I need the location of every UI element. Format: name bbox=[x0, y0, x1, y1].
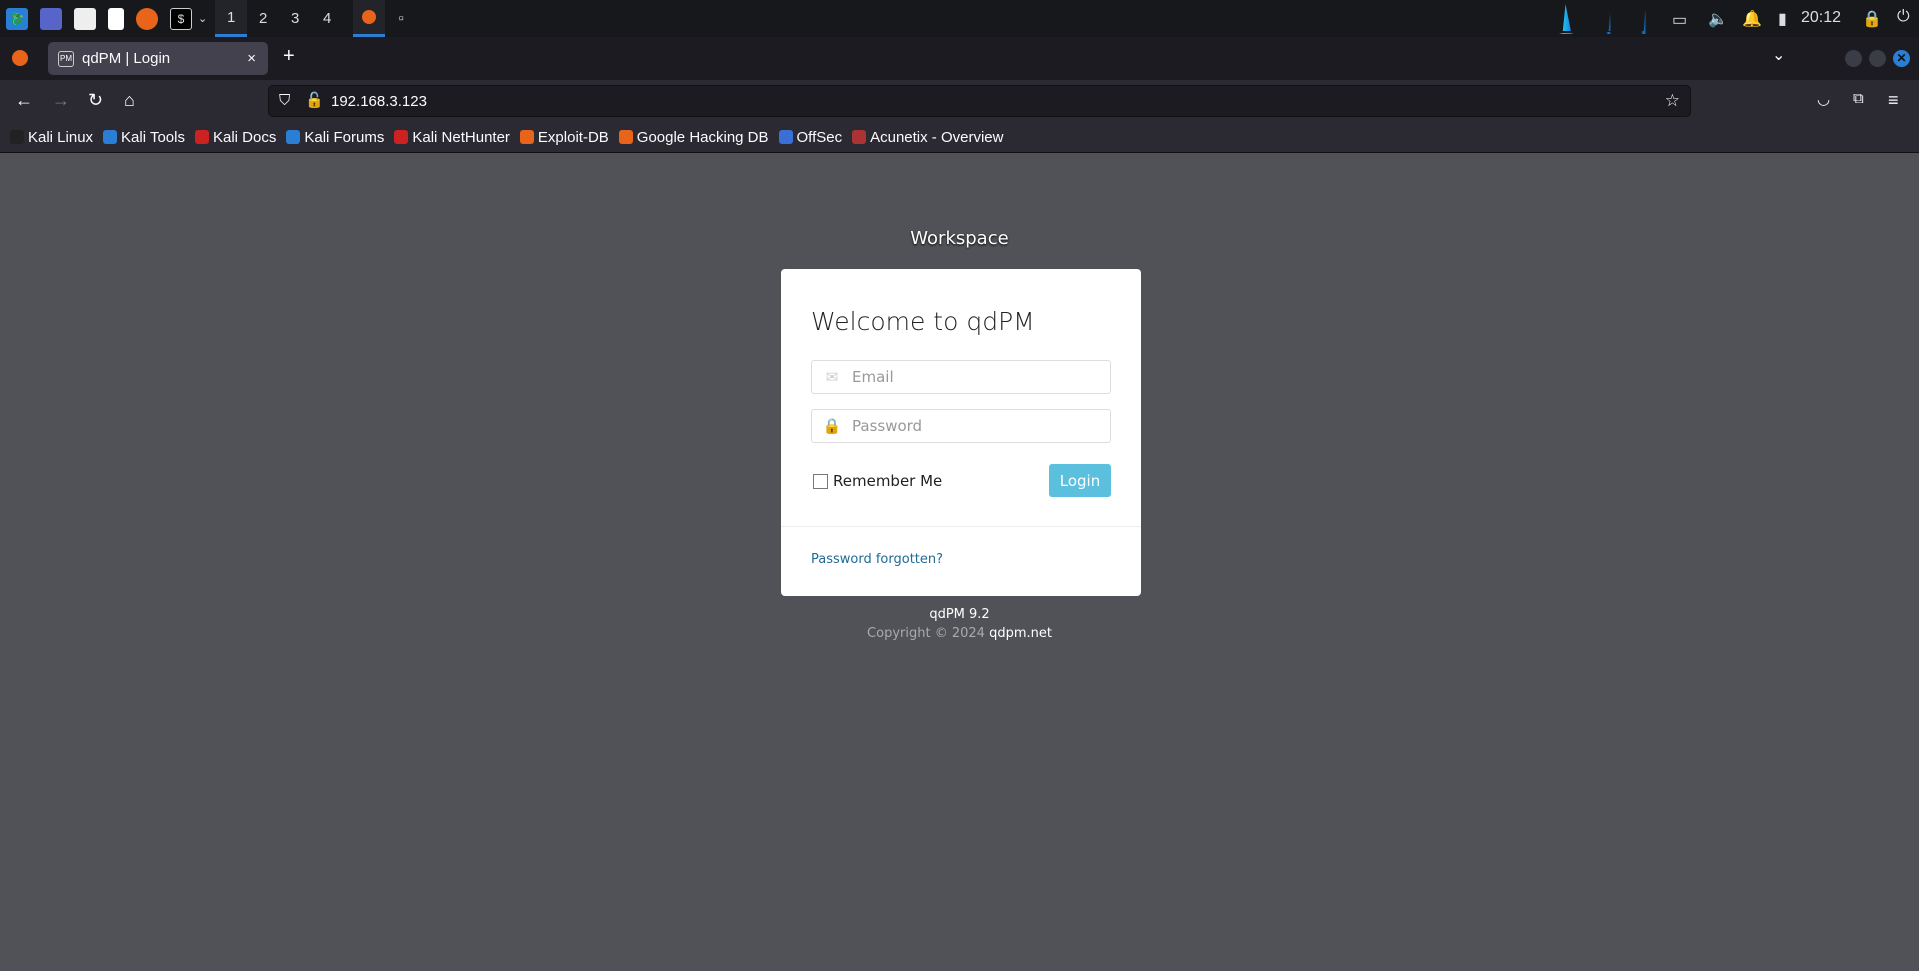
copyright-line: Copyright © 2024 qdpm.net bbox=[0, 626, 1919, 641]
bookmark-favicon-icon bbox=[519, 130, 534, 144]
workspace-3[interactable]: 3 bbox=[279, 0, 311, 37]
kali-menu-icon[interactable]: 🐉 bbox=[6, 7, 28, 30]
bookmark-label: Kali Tools bbox=[121, 128, 185, 146]
tab-bar: PM qdPM | Login × + ⌄ ✕ bbox=[0, 37, 1919, 80]
close-window-button[interactable]: ✕ bbox=[1893, 50, 1910, 67]
remember-me-label[interactable]: Remember Me bbox=[833, 472, 942, 490]
maximize-button[interactable] bbox=[1869, 50, 1886, 67]
bookmark-item[interactable]: Kali Tools bbox=[103, 129, 185, 146]
divider bbox=[781, 526, 1141, 527]
terminal-icon[interactable]: $ bbox=[170, 7, 192, 30]
bookmark-item[interactable]: Kali NetHunter bbox=[394, 129, 510, 146]
bookmark-label: Kali Forums bbox=[304, 128, 385, 146]
list-tabs-icon[interactable]: ⌄ bbox=[1772, 45, 1785, 65]
bookmark-label: Kali Linux bbox=[28, 128, 94, 146]
bookmark-favicon-icon bbox=[103, 130, 118, 144]
bookmark-favicon-icon bbox=[286, 130, 301, 144]
firefox-launcher-icon[interactable] bbox=[136, 7, 158, 30]
minimize-button[interactable] bbox=[1845, 50, 1862, 67]
envelope-icon: ✉ bbox=[825, 368, 839, 386]
lock-screen-icon[interactable]: 🔒 bbox=[1862, 9, 1882, 29]
login-button[interactable]: Login bbox=[1049, 464, 1111, 497]
pocket-icon[interactable]: ◡ bbox=[1817, 90, 1830, 108]
bookmark-label: Acunetix - Overview bbox=[870, 128, 1004, 146]
workspace-1[interactable]: 1 bbox=[215, 0, 248, 37]
logout-icon[interactable]: ⏻ bbox=[1897, 8, 1910, 26]
lock-icon: 🔒 bbox=[822, 417, 842, 435]
menu-icon[interactable]: ≡ bbox=[1888, 90, 1899, 111]
bookmark-label: Google Hacking DB bbox=[636, 128, 769, 146]
workspace-4[interactable]: 4 bbox=[311, 0, 343, 37]
battery-icon[interactable]: ▮ bbox=[1778, 9, 1787, 29]
url-text[interactable]: 192.168.3.123 bbox=[331, 93, 427, 110]
tab-qdpm-login[interactable]: PM qdPM | Login × bbox=[48, 42, 268, 75]
login-heading: Welcome to qdPM bbox=[811, 307, 1035, 336]
password-forgotten-link[interactable]: Password forgotten? bbox=[811, 552, 943, 567]
email-placeholder: Email bbox=[852, 368, 894, 386]
bookmark-label: OffSec bbox=[796, 128, 843, 146]
cpu-graph bbox=[1525, 4, 1660, 34]
password-placeholder: Password bbox=[852, 417, 923, 435]
chevron-down-icon[interactable]: ⌄ bbox=[198, 12, 207, 25]
reload-icon[interactable]: ↻ bbox=[88, 90, 103, 111]
workspace-2[interactable]: 2 bbox=[247, 0, 279, 37]
bookmark-label: Exploit-DB bbox=[537, 128, 609, 146]
network-icon[interactable]: ▭ bbox=[1672, 10, 1687, 30]
bookmark-favicon-icon bbox=[10, 130, 24, 144]
bookmark-label: Kali Docs bbox=[212, 128, 277, 146]
url-bar[interactable]: ⛉ 🔓 192.168.3.123 ☆ bbox=[268, 85, 1691, 117]
bookmark-item[interactable]: Acunetix - Overview bbox=[852, 129, 1003, 146]
email-input[interactable]: ✉ Email bbox=[811, 360, 1111, 394]
bookmark-item[interactable]: Kali Forums bbox=[286, 129, 384, 146]
terminal-window-button[interactable]: ▫ bbox=[385, 0, 417, 37]
new-tab-button[interactable]: + bbox=[283, 45, 295, 68]
version-text: qdPM 9.2 bbox=[929, 607, 990, 622]
show-desktop-icon[interactable] bbox=[40, 7, 62, 30]
copyright-text: Copyright © 2024 bbox=[867, 626, 985, 641]
bookmark-label: Kali NetHunter bbox=[412, 128, 510, 146]
bookmark-item[interactable]: Kali Docs bbox=[194, 128, 277, 146]
bookmark-item[interactable]: Google Hacking DB bbox=[618, 128, 769, 146]
system-taskbar: 🐉 $ ⌄ 1 2 3 4 ▫ ▭ 🔈 🔔 ▮ 20:12 🔒 ⏻ bbox=[0, 0, 1919, 37]
bookmark-favicon-icon bbox=[778, 130, 793, 144]
back-icon[interactable]: ← bbox=[15, 90, 33, 111]
volume-icon[interactable]: 🔈 bbox=[1708, 9, 1728, 29]
insecure-lock-icon[interactable]: 🔓 bbox=[305, 91, 324, 109]
file-manager-icon[interactable] bbox=[74, 7, 96, 30]
bookmark-favicon-icon bbox=[852, 130, 867, 144]
tab-title: qdPM | Login bbox=[82, 50, 171, 67]
remember-me-checkbox[interactable] bbox=[813, 473, 828, 489]
navigation-bar: ← → ↻ ⌂ ⛉ 🔓 192.168.3.123 ☆ ◡ ⧉ ≡ bbox=[0, 80, 1919, 122]
favicon-icon: PM bbox=[58, 50, 74, 67]
bookmarks-toolbar: Kali Linux Kali Tools Kali Docs Kali Forums… bbox=[0, 122, 1919, 153]
clock[interactable]: 20:12 bbox=[1801, 9, 1841, 27]
bookmark-item[interactable]: OffSec bbox=[778, 128, 843, 146]
bookmark-star-icon[interactable]: ☆ bbox=[1665, 91, 1680, 111]
qdpm-site-link[interactable]: qdpm.net bbox=[989, 626, 1052, 641]
bookmark-item[interactable]: Exploit-DB bbox=[519, 128, 609, 146]
bookmark-item[interactable]: Kali Linux bbox=[10, 129, 93, 146]
shield-icon[interactable]: ⛉ bbox=[279, 92, 290, 109]
forward-icon[interactable]: → bbox=[52, 90, 70, 111]
bookmark-favicon-icon bbox=[618, 130, 633, 144]
close-tab-icon[interactable]: × bbox=[247, 50, 256, 67]
password-input[interactable]: 🔒 Password bbox=[811, 409, 1111, 443]
bookmark-favicon-icon bbox=[394, 130, 409, 144]
notification-bell-icon[interactable]: 🔔 bbox=[1742, 9, 1762, 29]
workspace-title: Workspace bbox=[910, 228, 1009, 249]
home-icon[interactable]: ⌂ bbox=[124, 90, 135, 111]
text-editor-icon[interactable] bbox=[108, 7, 124, 30]
firefox-view-icon[interactable] bbox=[12, 50, 28, 66]
bookmark-favicon-icon bbox=[194, 130, 209, 144]
extensions-icon[interactable]: ⧉ bbox=[1853, 90, 1864, 107]
firefox-window-button[interactable] bbox=[353, 0, 386, 37]
login-card: Welcome to qdPM ✉ Email 🔒 Password Remembe… bbox=[781, 269, 1141, 596]
